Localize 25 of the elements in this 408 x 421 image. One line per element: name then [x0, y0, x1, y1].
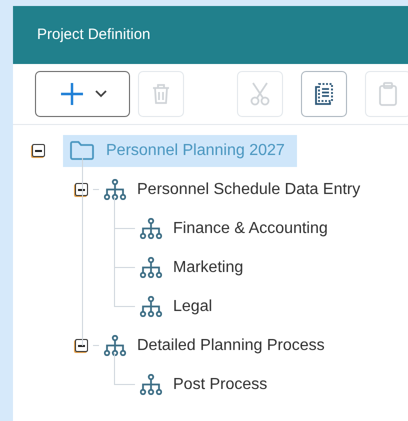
tree-item[interactable]: Legal [140, 290, 216, 322]
folder-icon [69, 140, 95, 161]
chevron-down-icon [94, 90, 106, 98]
tree-item[interactable]: Finance & Accounting [140, 212, 332, 244]
hierarchy-icon [104, 179, 126, 200]
tree-item[interactable]: Detailed Planning Process [104, 330, 329, 362]
scissors-icon [250, 82, 270, 106]
hierarchy-icon [140, 257, 162, 278]
trash-icon [152, 83, 170, 105]
tree-item[interactable]: Post Process [140, 368, 272, 400]
tree-item[interactable]: Marketing [140, 252, 248, 284]
collapse-toggle[interactable] [75, 183, 88, 196]
collapse-toggle[interactable] [32, 144, 45, 157]
clipboard-icon [379, 82, 397, 106]
plus-icon [58, 81, 84, 107]
collapse-toggle[interactable] [75, 339, 88, 352]
add-button[interactable] [35, 71, 130, 117]
copy-button[interactable] [301, 71, 347, 117]
hierarchy-icon [140, 218, 162, 239]
panel-title: Project Definition [37, 24, 150, 45]
hierarchy-icon [140, 296, 162, 317]
hierarchy-icon [140, 374, 162, 395]
hierarchy-icon [104, 335, 126, 356]
tree-item[interactable]: Personnel Schedule Data Entry [104, 174, 364, 206]
copy-icon [314, 83, 334, 105]
